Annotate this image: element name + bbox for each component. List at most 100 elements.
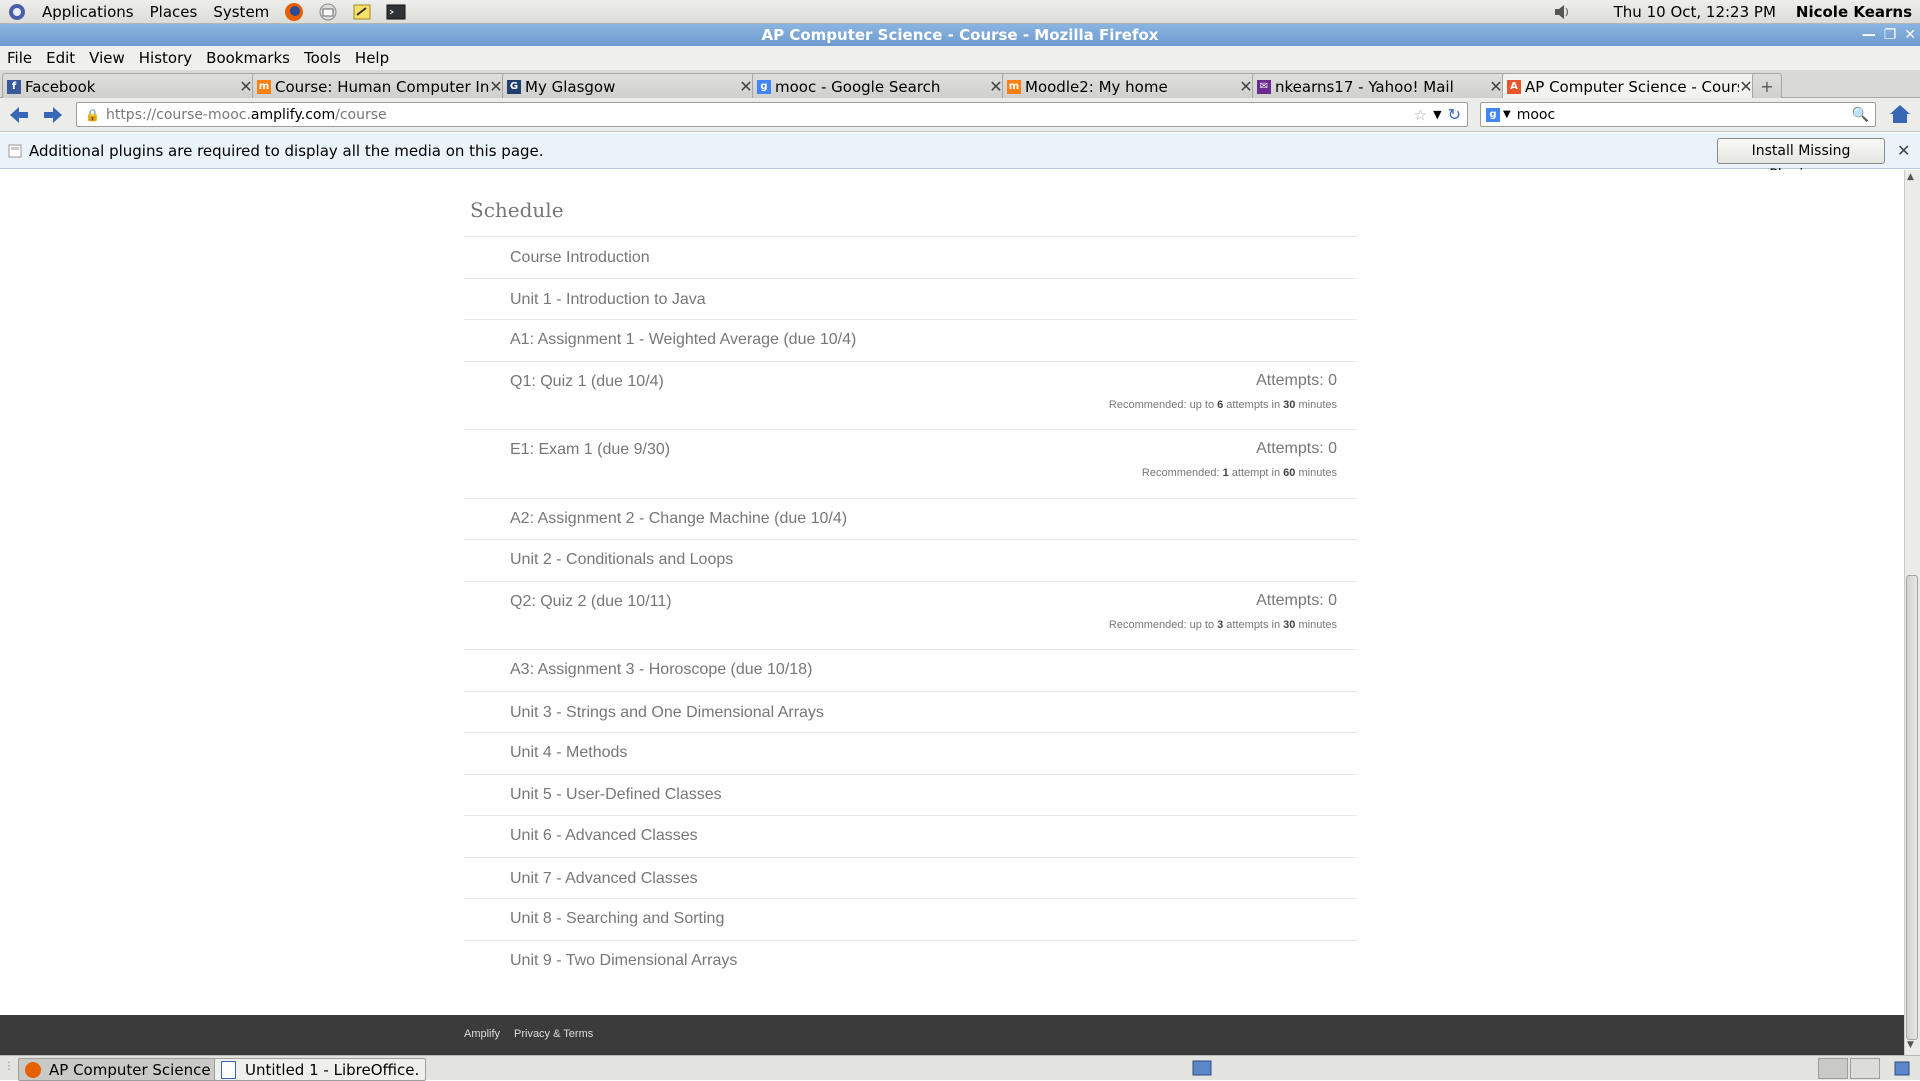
schedule-item-label[interactable]: A1: Assignment 1 - Weighted Average (due… — [510, 331, 856, 349]
schedule-item[interactable]: A1: Assignment 1 - Weighted Average (due… — [464, 319, 1357, 362]
forward-arrow-icon[interactable] — [42, 104, 64, 130]
schedule-item-label[interactable]: Unit 8 - Searching and Sorting — [510, 910, 724, 928]
url-dropdown-icon[interactable]: ▼ — [1433, 108, 1441, 121]
panel-user[interactable]: Nicole Kearns — [1796, 3, 1912, 21]
schedule-item-label[interactable]: Unit 5 - User-Defined Classes — [510, 786, 722, 804]
tab-ap-computer-science[interactable]: A AP Computer Science - Course ✕ — [1502, 73, 1758, 99]
window-title: AP Computer Science - Course - Mozilla F… — [761, 26, 1159, 44]
back-arrow-icon[interactable] — [8, 104, 30, 130]
schedule-item[interactable]: A2: Assignment 2 - Change Machine (due 1… — [464, 498, 1357, 540]
close-tab-icon[interactable]: ✕ — [489, 77, 503, 96]
home-icon[interactable] — [1888, 103, 1912, 129]
menu-file[interactable]: File — [0, 49, 39, 67]
schedule-item-label[interactable]: Unit 2 - Conditionals and Loops — [510, 551, 733, 569]
tab-moodle-home[interactable]: m Moodle2: My home ✕ — [1002, 73, 1258, 99]
show-desktop-icon[interactable]: ⋮ — [4, 1061, 14, 1072]
schedule-item-label[interactable]: E1: Exam 1 (due 9/30) — [510, 441, 670, 459]
workspace-1[interactable] — [1818, 1058, 1848, 1079]
schedule-item-label[interactable]: Course Introduction — [510, 249, 650, 267]
schedule-item[interactable]: Course Introduction — [464, 236, 1357, 279]
menu-bookmarks[interactable]: Bookmarks — [199, 49, 297, 67]
schedule-item-label[interactable]: Unit 3 - Strings and One Dimensional Arr… — [510, 704, 824, 722]
schedule-item[interactable]: Unit 9 - Two Dimensional Arrays — [464, 940, 1357, 985]
tab-my-glasgow[interactable]: G My Glasgow ✕ — [502, 73, 758, 99]
tab-label: Moodle2: My home — [1025, 77, 1168, 96]
schedule-item[interactable]: Unit 8 - Searching and Sorting — [464, 898, 1357, 941]
tab-yahoo-mail[interactable]: ✉ nkearns17 - Yahoo! Mail ✕ — [1252, 73, 1508, 99]
schedule-item-label[interactable]: Unit 7 - Advanced Classes — [510, 870, 698, 888]
menu-tools[interactable]: Tools — [297, 49, 348, 67]
close-tab-icon[interactable]: ✕ — [1739, 77, 1753, 96]
maximize-icon[interactable]: ❐ — [1884, 24, 1897, 46]
taskbar-item-firefox[interactable]: AP Computer Science -... — [18, 1058, 224, 1081]
taskbar-item-label: AP Computer Science -... — [49, 1060, 217, 1079]
schedule-item[interactable]: A3: Assignment 3 - Horoscope (due 10/18) — [464, 649, 1357, 692]
panel-menu-system[interactable]: System — [205, 0, 277, 24]
menu-help[interactable]: Help — [348, 49, 396, 67]
new-tab-button[interactable]: + — [1752, 73, 1782, 99]
terminal-launcher-icon[interactable] — [385, 2, 407, 22]
reload-icon[interactable]: ↻ — [1448, 105, 1461, 124]
close-tab-icon[interactable]: ✕ — [989, 77, 1003, 96]
notes-launcher-icon[interactable] — [351, 2, 373, 22]
schedule-item[interactable]: Q2: Quiz 2 (due 10/11) Attempts: 0 Recom… — [464, 581, 1357, 650]
schedule-item[interactable]: Unit 3 - Strings and One Dimensional Arr… — [464, 691, 1357, 733]
tab-facebook[interactable]: f Facebook ✕ — [2, 73, 258, 99]
schedule-item[interactable]: Unit 4 - Methods — [464, 732, 1357, 775]
tab-google-search[interactable]: g mooc - Google Search ✕ — [752, 73, 1008, 99]
search-engine-dropdown-icon[interactable]: ▼ — [1503, 109, 1511, 120]
footer-link-privacy-terms[interactable]: Privacy & Terms — [514, 1028, 593, 1040]
window-titlebar: AP Computer Science - Course - Mozilla F… — [0, 24, 1920, 46]
panel-clock[interactable]: Thu 10 Oct, 12:23 PM — [1614, 3, 1776, 21]
footer-link-amplify[interactable]: Amplify — [464, 1028, 500, 1040]
tab-course-hci[interactable]: m Course: Human Computer In... ✕ — [252, 73, 508, 99]
install-missing-plugins-button[interactable]: Install Missing Plugins... — [1717, 138, 1885, 183]
schedule-item[interactable]: Unit 7 - Advanced Classes — [464, 857, 1357, 899]
close-window-icon[interactable]: ✕ — [1904, 24, 1916, 46]
close-notification-icon[interactable]: ✕ — [1897, 141, 1910, 160]
trash-icon[interactable] — [1892, 1059, 1912, 1081]
schedule-item-label[interactable]: A3: Assignment 3 - Horoscope (due 10/18) — [510, 661, 812, 679]
schedule-item-label[interactable]: Q2: Quiz 2 (due 10/11) — [510, 593, 672, 611]
menu-edit[interactable]: Edit — [39, 49, 82, 67]
minimize-icon[interactable]: — — [1862, 24, 1876, 46]
scroll-up-icon[interactable]: ▲ — [1907, 172, 1914, 182]
schedule-item[interactable]: Unit 5 - User-Defined Classes — [464, 774, 1357, 816]
search-bar[interactable]: g ▼ mooc 🔍 — [1480, 102, 1876, 127]
schedule-item-label[interactable]: Unit 9 - Two Dimensional Arrays — [510, 952, 737, 970]
schedule-item-label[interactable]: Unit 4 - Methods — [510, 744, 627, 762]
panel-menu-places[interactable]: Places — [142, 0, 206, 24]
schedule-item[interactable]: E1: Exam 1 (due 9/30) Attempts: 0 Recomm… — [464, 429, 1357, 499]
document-icon — [221, 1060, 236, 1079]
workspace-switcher-icon[interactable] — [1192, 1059, 1212, 1081]
scroll-down-icon[interactable]: ▼ — [1907, 1040, 1914, 1050]
workspace-2[interactable] — [1850, 1058, 1880, 1079]
page-content: Schedule Course Introduction Unit 1 - In… — [0, 170, 1904, 1015]
bookmark-star-icon[interactable]: ☆ — [1414, 106, 1427, 124]
google-search-engine-icon[interactable]: g — [1486, 107, 1500, 122]
taskbar-item-libreoffice[interactable]: Untitled 1 - LibreOffice... — [214, 1058, 426, 1081]
search-icon[interactable]: 🔍 — [1852, 107, 1869, 123]
close-tab-icon[interactable]: ✕ — [739, 77, 753, 96]
menu-history[interactable]: History — [132, 49, 199, 67]
url-bar[interactable]: 🔒 https://course-mooc. amplify.com/course… — [76, 102, 1468, 127]
schedule-item-label[interactable]: Q1: Quiz 1 (due 10/4) — [510, 373, 664, 391]
gnome-foot-icon[interactable] — [6, 2, 28, 22]
close-tab-icon[interactable]: ✕ — [1239, 77, 1253, 96]
close-tab-icon[interactable]: ✕ — [1489, 77, 1503, 96]
firefox-launcher-icon[interactable] — [283, 2, 305, 22]
schedule-item[interactable]: Unit 2 - Conditionals and Loops — [464, 539, 1357, 582]
scrollbar-thumb[interactable] — [1906, 575, 1918, 1040]
panel-menu-applications[interactable]: Applications — [34, 0, 142, 24]
schedule-item-label[interactable]: Unit 1 - Introduction to Java — [510, 291, 706, 309]
search-input[interactable]: mooc — [1517, 107, 1555, 123]
schedule-item-label[interactable]: Unit 6 - Advanced Classes — [510, 827, 698, 845]
menu-view[interactable]: View — [82, 49, 132, 67]
email-launcher-icon[interactable] — [317, 2, 339, 22]
close-tab-icon[interactable]: ✕ — [239, 77, 253, 96]
schedule-item-label[interactable]: A2: Assignment 2 - Change Machine (due 1… — [510, 510, 847, 528]
schedule-item[interactable]: Q1: Quiz 1 (due 10/4) Attempts: 0 Recomm… — [464, 361, 1357, 430]
schedule-item[interactable]: Unit 6 - Advanced Classes — [464, 815, 1357, 858]
volume-icon[interactable] — [1552, 2, 1574, 22]
schedule-item[interactable]: Unit 1 - Introduction to Java — [464, 278, 1357, 320]
